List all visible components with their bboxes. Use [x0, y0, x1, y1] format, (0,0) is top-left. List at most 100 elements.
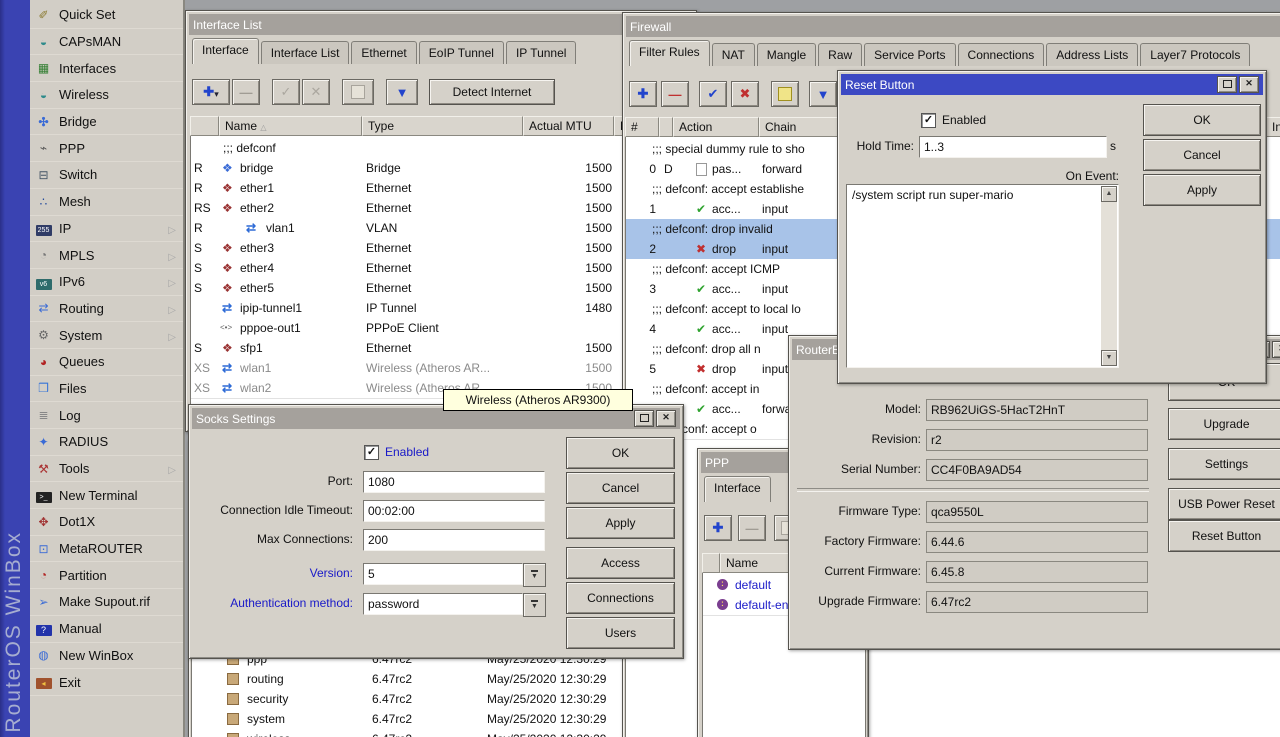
scroll-up-icon[interactable]: ▲ [1101, 186, 1117, 202]
tab-filter-rules[interactable]: Filter Rules [629, 40, 710, 66]
apply-button[interactable]: Apply [566, 507, 675, 539]
sidebar-item-partition[interactable]: Partition [30, 562, 183, 590]
sidebar-item-manual[interactable]: Manual [30, 616, 183, 643]
hold-time-field[interactable]: 1..3 [919, 136, 1107, 158]
sidebar-item-wireless[interactable]: Wireless [30, 82, 183, 109]
enabled-checkbox[interactable] [364, 445, 379, 460]
flags-column-header[interactable] [659, 117, 673, 137]
interface-row[interactable]: XSwlan1Wireless (Atheros AR...1500 [191, 358, 689, 379]
interface-row[interactable]: pppoe-out1PPPoE Client [191, 318, 689, 339]
name-column-header[interactable]: Name [219, 116, 362, 136]
type-column-header[interactable]: Type [362, 116, 523, 136]
enable-button[interactable] [699, 81, 727, 107]
sidebar-item-system[interactable]: System [30, 322, 183, 349]
sidebar-item-routing[interactable]: Routing [30, 296, 183, 323]
tab-interface[interactable]: Interface [704, 476, 771, 502]
tab-ip-tunnel[interactable]: IP Tunnel [505, 41, 577, 64]
tab-address-lists[interactable]: Address Lists [1046, 43, 1139, 66]
interface-row[interactable]: RSether2Ethernet1500 [191, 198, 689, 219]
sidebar-item-new-winbox[interactable]: New WinBox [30, 643, 183, 670]
close-button[interactable]: ✕ [656, 410, 676, 427]
filter-button[interactable] [386, 79, 418, 105]
enable-button[interactable] [272, 79, 300, 105]
sidebar-item-ipv6[interactable]: IPv6 [30, 269, 183, 296]
tab-layer7-protocols[interactable]: Layer7 Protocols [1140, 43, 1251, 66]
in-interface-column-header[interactable]: In. [1266, 117, 1280, 137]
settings-button[interactable]: Settings [1168, 448, 1280, 480]
disable-button[interactable] [731, 81, 759, 107]
firmware-type-field[interactable]: qca9550L [926, 501, 1148, 523]
version-field[interactable]: 5 [363, 563, 523, 585]
package-row[interactable]: system 6.47rc2 May/25/2020 12:30:29 [192, 709, 685, 730]
serial-number-field[interactable]: CC4F0BA9AD54 [926, 459, 1148, 481]
sidebar-item-queues[interactable]: Queues [30, 349, 183, 376]
detect-internet-button[interactable]: Detect Internet [429, 79, 555, 105]
close-button[interactable]: ✕ [1272, 341, 1280, 358]
close-button[interactable]: ✕ [1239, 76, 1259, 93]
interface-row[interactable]: Ssfp1Ethernet1500 [191, 338, 689, 359]
remove-button[interactable] [232, 79, 260, 105]
tab-interface[interactable]: Interface [192, 38, 259, 64]
version-dropdown-button[interactable] [523, 563, 546, 587]
add-button[interactable] [192, 79, 230, 105]
access-button[interactable]: Access [566, 547, 675, 579]
connection-idle-timeout-field[interactable]: 00:02:00 [363, 500, 545, 522]
upgrade-firmware-field[interactable]: 6.47rc2 [926, 591, 1148, 613]
flags-column-header[interactable] [190, 116, 219, 136]
actual-mtu-column-header[interactable]: Actual MTU [523, 116, 614, 136]
revision-field[interactable]: r2 [926, 429, 1148, 451]
cancel-button[interactable]: Cancel [566, 472, 675, 504]
sidebar-item-ip[interactable]: IP [30, 216, 183, 243]
add-button[interactable] [629, 81, 657, 107]
users-button[interactable]: Users [566, 617, 675, 649]
interface-list-titlebar[interactable]: Interface List [189, 14, 693, 35]
package-row[interactable]: security 6.47rc2 May/25/2020 12:30:29 [192, 689, 685, 710]
sidebar-item-bridge[interactable]: Bridge [30, 109, 183, 136]
ok-button[interactable]: OK [566, 437, 675, 469]
max-connections-field[interactable]: 200 [363, 529, 545, 551]
sidebar-item-mesh[interactable]: Mesh [30, 189, 183, 216]
sidebar-item-interfaces[interactable]: Interfaces [30, 55, 183, 83]
package-row[interactable]: wireless 6.47rc2 May/25/2020 12:30:29 [192, 729, 685, 737]
tab-eoip-tunnel[interactable]: EoIP Tunnel [418, 41, 504, 64]
interface-row[interactable]: Rether1Ethernet1500 [191, 178, 689, 199]
filter-button[interactable] [809, 81, 837, 107]
scroll-down-icon[interactable]: ▼ [1101, 350, 1117, 366]
authentication-method-field[interactable]: password [363, 593, 523, 615]
on-event-script-textarea[interactable]: /system script run super-mario ▲ ▼ [846, 184, 1119, 368]
current-firmware-field[interactable]: 6.45.8 [926, 561, 1148, 583]
comment-button[interactable] [771, 81, 799, 107]
reset-button-titlebar[interactable]: Reset Button ✕ [841, 74, 1263, 95]
cancel-button[interactable]: Cancel [1143, 139, 1261, 171]
upgrade-button[interactable]: Upgrade [1168, 408, 1280, 440]
interface-row[interactable]: Sether5Ethernet1500 [191, 278, 689, 299]
sidebar-item-make-supout[interactable]: Make Supout.rif [30, 589, 183, 616]
add-button[interactable] [704, 515, 732, 541]
maximize-button[interactable] [1217, 76, 1237, 93]
port-field[interactable]: 1080 [363, 471, 545, 493]
sidebar-item-new-terminal[interactable]: New Terminal [30, 482, 183, 510]
tab-raw[interactable]: Raw [818, 43, 863, 66]
enabled-checkbox[interactable] [921, 113, 936, 128]
connections-button[interactable]: Connections [566, 582, 675, 614]
socks-titlebar[interactable]: Socks Settings ✕ [192, 408, 680, 429]
interface-row[interactable]: Sether3Ethernet1500 [191, 238, 689, 259]
sidebar-item-ppp[interactable]: PPP [30, 135, 183, 163]
remove-button[interactable] [738, 515, 766, 541]
interface-row[interactable]: ipip-tunnel1IP Tunnel1480 [191, 298, 689, 319]
flags-column-header[interactable] [702, 553, 720, 573]
model-field[interactable]: RB962UiGS-5HacT2HnT [926, 399, 1148, 421]
sidebar-item-metarouter[interactable]: MetaROUTER [30, 536, 183, 563]
comment-row[interactable]: ;;; defconf [191, 138, 689, 159]
maximize-button[interactable] [634, 410, 654, 427]
sidebar-item-log[interactable]: Log [30, 402, 183, 429]
disable-button[interactable] [302, 79, 330, 105]
interface-row[interactable]: RbridgeBridge1500 [191, 158, 689, 179]
tab-ethernet[interactable]: Ethernet [351, 41, 417, 64]
ok-button[interactable]: OK [1143, 104, 1261, 136]
chain-column-header[interactable]: Chain [759, 117, 839, 137]
package-row[interactable]: routing 6.47rc2 May/25/2020 12:30:29 [192, 669, 685, 690]
tab-nat[interactable]: NAT [711, 43, 755, 66]
tab-interface-list[interactable]: Interface List [260, 41, 350, 64]
reset-button-button[interactable]: Reset Button [1168, 520, 1280, 552]
